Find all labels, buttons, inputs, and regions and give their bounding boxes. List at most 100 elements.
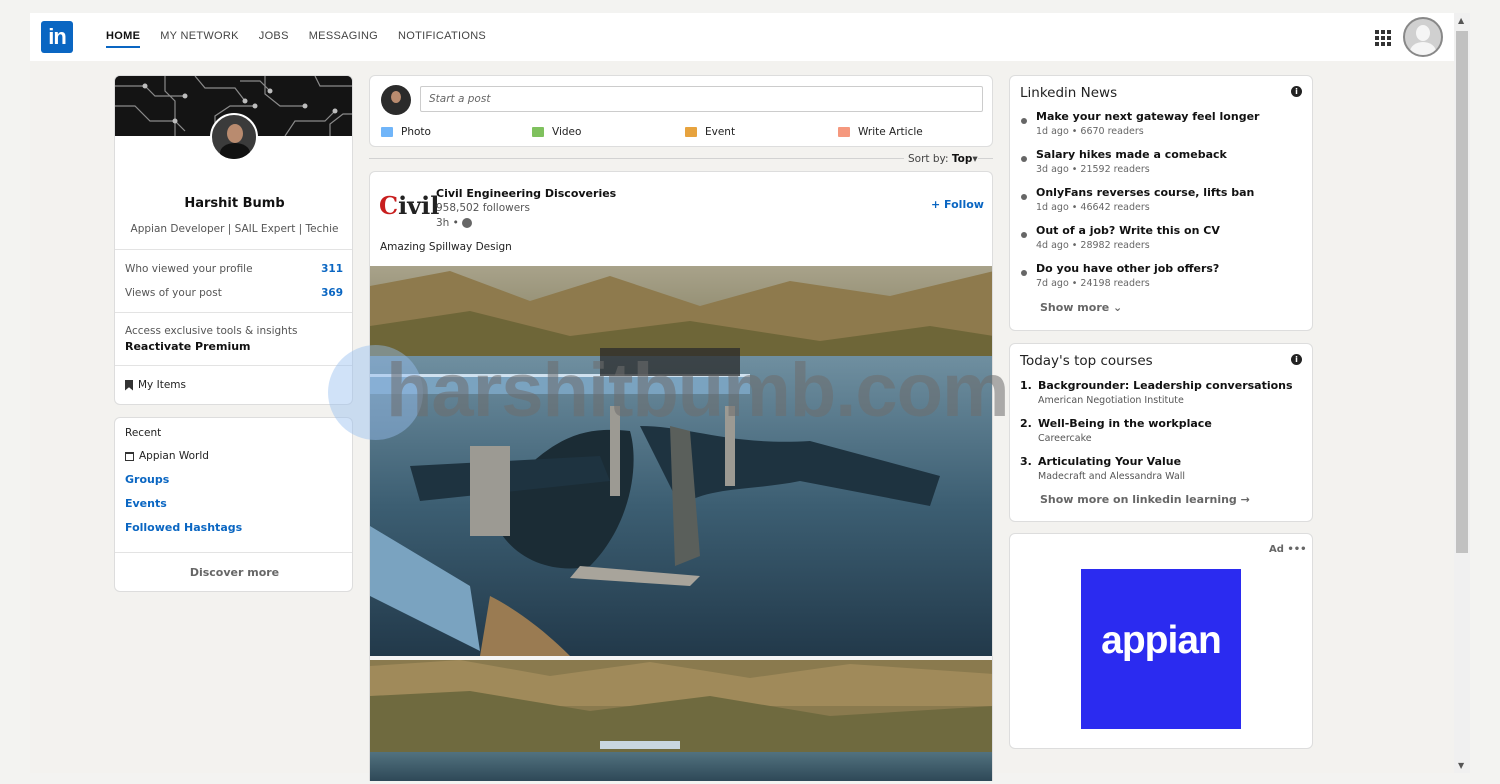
write-article-button[interactable]: Write Article bbox=[838, 126, 923, 138]
profile-card: Harshit Bumb Appian Developer | SAIL Exp… bbox=[114, 75, 353, 405]
ad-label[interactable]: Ad ••• bbox=[1269, 544, 1307, 555]
scrollbar-thumb[interactable] bbox=[1456, 31, 1468, 553]
info-icon[interactable]: i bbox=[1291, 86, 1302, 97]
course-source: Madecraft and Alessandra Wall bbox=[1038, 471, 1186, 482]
events-link[interactable]: Events bbox=[125, 497, 167, 510]
stat-value: 311 bbox=[321, 263, 343, 275]
ad-brand-text: appian bbox=[1101, 619, 1222, 662]
reactivate-premium-link[interactable]: Reactivate Premium bbox=[125, 340, 251, 353]
course-title: Articulating Your Value bbox=[1038, 455, 1182, 468]
news-meta: 7d ago • 24198 readers bbox=[1036, 278, 1150, 289]
video-label: Video bbox=[552, 126, 582, 138]
bullet-icon bbox=[1021, 194, 1027, 200]
news-meta: 1d ago • 46642 readers bbox=[1036, 202, 1150, 213]
linkedin-logo-icon[interactable]: in bbox=[41, 21, 73, 53]
write-article-label: Write Article bbox=[858, 126, 923, 138]
my-items-label: My Items bbox=[138, 379, 186, 391]
calendar-icon bbox=[125, 451, 134, 461]
video-icon bbox=[532, 127, 544, 137]
news-show-more-button[interactable]: Show more ⌄ bbox=[1040, 301, 1122, 314]
share-box: Start a post Photo Video Event Write Art… bbox=[369, 75, 993, 147]
video-button[interactable]: Video bbox=[532, 126, 581, 138]
start-post-input[interactable]: Start a post bbox=[420, 86, 983, 112]
scroll-down-icon[interactable]: ▼ bbox=[1458, 761, 1464, 770]
post-time-text: 3h • bbox=[436, 217, 459, 229]
discover-more-button[interactable]: Discover more bbox=[115, 566, 352, 579]
me-avatar[interactable] bbox=[1403, 17, 1443, 57]
divider bbox=[115, 365, 352, 366]
divider bbox=[115, 552, 352, 553]
linkedin-news-card: Linkedin News i Make your next gateway f… bbox=[1009, 75, 1313, 331]
event-button[interactable]: Event bbox=[685, 126, 735, 138]
stat-label: Who viewed your profile bbox=[125, 263, 253, 275]
share-avatar[interactable] bbox=[381, 85, 411, 115]
news-meta: 3d ago • 21592 readers bbox=[1036, 164, 1150, 175]
recent-item[interactable]: Appian World bbox=[125, 450, 209, 462]
recent-card: Recent Appian World Groups Events Follow… bbox=[114, 417, 353, 592]
bullet-icon bbox=[1021, 156, 1027, 162]
info-icon[interactable]: i bbox=[1291, 354, 1302, 365]
news-headline: Out of a job? Write this on CV bbox=[1036, 224, 1220, 237]
nav-jobs[interactable]: JOBS bbox=[259, 30, 289, 48]
recent-title: Recent bbox=[125, 427, 162, 439]
news-meta: 4d ago • 28982 readers bbox=[1036, 240, 1150, 251]
nav-my-network[interactable]: MY NETWORK bbox=[160, 30, 239, 48]
course-source: American Negotiation Institute bbox=[1038, 395, 1184, 406]
course-source: Careercake bbox=[1038, 433, 1092, 444]
news-title: Linkedin News bbox=[1020, 85, 1118, 101]
apps-grid-icon[interactable] bbox=[1375, 30, 1391, 46]
recent-item-label: Appian World bbox=[139, 450, 209, 462]
photo-label: Photo bbox=[401, 126, 431, 138]
course-number: 3. bbox=[1020, 455, 1032, 468]
company-logo[interactable]: Civil bbox=[379, 189, 439, 223]
event-icon bbox=[685, 127, 697, 137]
profile-avatar[interactable] bbox=[210, 113, 258, 161]
profile-name[interactable]: Harshit Bumb bbox=[115, 196, 352, 211]
globe-icon bbox=[461, 218, 472, 228]
sort-dropdown[interactable]: Sort by: Top▾ bbox=[904, 153, 978, 165]
news-headline: Do you have other job offers? bbox=[1036, 262, 1220, 275]
post-text: Amazing Spillway Design bbox=[380, 241, 512, 253]
stat-label: Views of your post bbox=[125, 287, 222, 299]
nav-messaging[interactable]: MESSAGING bbox=[309, 30, 378, 48]
course-title: Well-Being in the workplace bbox=[1038, 417, 1212, 430]
caret-down-icon: ▾ bbox=[972, 153, 978, 165]
my-items-link[interactable]: My Items bbox=[125, 379, 186, 391]
feed-post: Civil Civil Engineering Discoveries 958,… bbox=[369, 171, 993, 781]
divider bbox=[115, 312, 352, 313]
profile-viewers-row[interactable]: Who viewed your profile 311 bbox=[125, 263, 343, 275]
post-image[interactable] bbox=[370, 266, 993, 781]
course-number: 2. bbox=[1020, 417, 1032, 430]
nav-notifications[interactable]: NOTIFICATIONS bbox=[398, 30, 486, 48]
scroll-up-icon[interactable]: ▲ bbox=[1458, 16, 1464, 25]
post-time: 3h • bbox=[436, 217, 472, 229]
sort-value: Top bbox=[951, 153, 973, 165]
learning-show-more-button[interactable]: Show more on linkedin learning → bbox=[1040, 493, 1250, 506]
event-label: Event bbox=[705, 126, 736, 138]
nav-home[interactable]: HOME bbox=[106, 30, 141, 48]
course-number: 1. bbox=[1020, 379, 1032, 392]
sort-label: Sort by: bbox=[908, 153, 949, 165]
appian-ad-image[interactable]: appian bbox=[1081, 569, 1241, 729]
profile-headline: Appian Developer | SAIL Expert | Techie bbox=[130, 223, 339, 235]
page-scrollbar[interactable]: ▲ ▼ bbox=[1454, 13, 1470, 773]
divider bbox=[115, 249, 352, 250]
photo-button[interactable]: Photo bbox=[381, 126, 431, 138]
courses-title: Today's top courses bbox=[1020, 353, 1153, 369]
main-nav: HOME MY NETWORK JOBS MESSAGING NOTIFICAT… bbox=[106, 30, 486, 48]
news-meta: 1d ago • 6670 readers bbox=[1036, 126, 1144, 137]
news-headline: Salary hikes made a comeback bbox=[1036, 148, 1227, 161]
news-headline: OnlyFans reverses course, lifts ban bbox=[1036, 186, 1255, 199]
follow-button[interactable]: + Follow bbox=[931, 198, 984, 211]
bullet-icon bbox=[1021, 118, 1027, 124]
company-logo-text: ivil bbox=[398, 191, 440, 220]
top-courses-card: Today's top courses i 1. Backgrounder: L… bbox=[1009, 343, 1313, 522]
post-views-row[interactable]: Views of your post 369 bbox=[125, 287, 343, 299]
followed-hashtags-link[interactable]: Followed Hashtags bbox=[125, 521, 242, 534]
news-headline: Make your next gateway feel longer bbox=[1036, 110, 1260, 123]
company-followers: 958,502 followers bbox=[436, 202, 530, 214]
groups-link[interactable]: Groups bbox=[125, 473, 169, 486]
top-navigation-bar: in HOME MY NETWORK JOBS MESSAGING NOTIFI… bbox=[30, 13, 1454, 61]
company-name[interactable]: Civil Engineering Discoveries bbox=[436, 187, 616, 200]
photo-icon bbox=[381, 127, 393, 137]
